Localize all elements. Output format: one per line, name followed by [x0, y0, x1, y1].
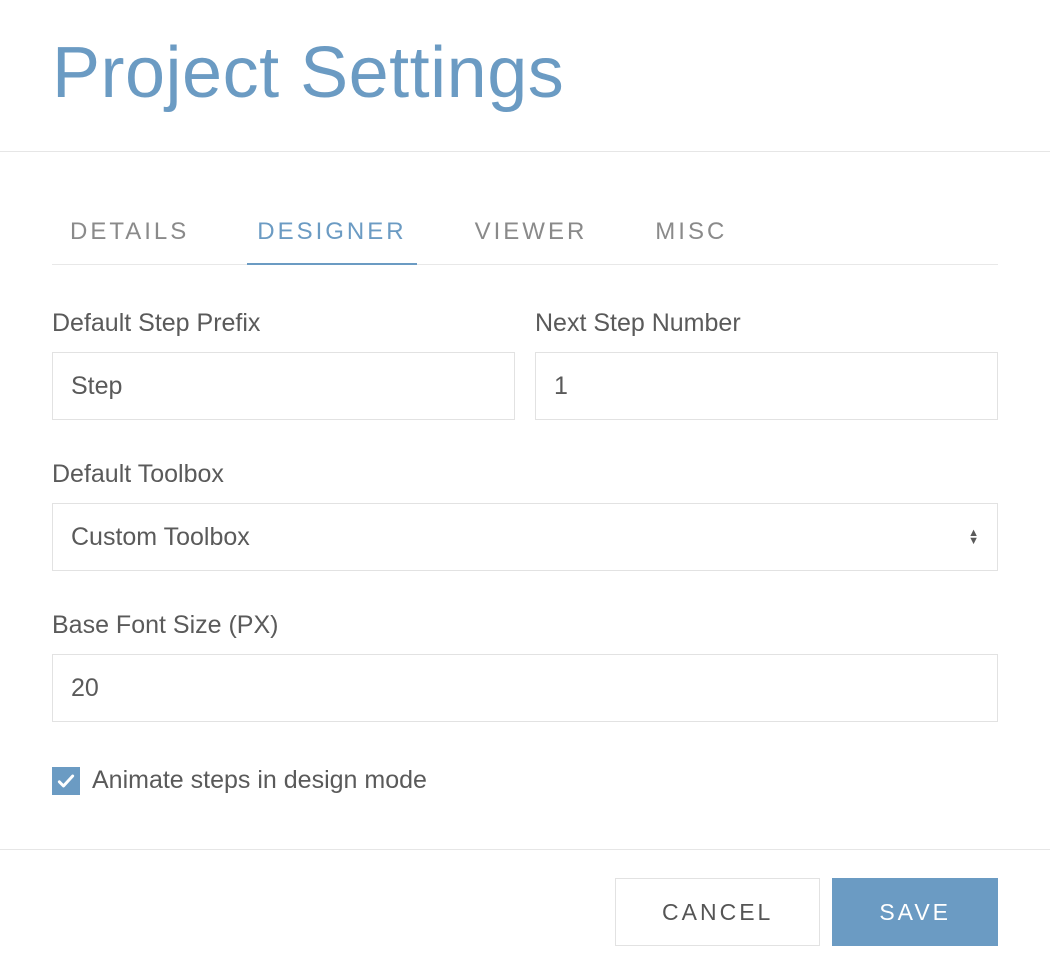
group-next-step-number: Next Step Number: [535, 309, 998, 420]
checkbox-animate-steps[interactable]: [52, 767, 80, 795]
group-animate-steps: Animate steps in design mode: [52, 766, 998, 795]
label-animate-steps[interactable]: Animate steps in design mode: [92, 766, 427, 795]
tab-details[interactable]: DETAILS: [70, 212, 189, 264]
input-next-step-number[interactable]: [535, 352, 998, 420]
footer-actions: CANCEL SAVE: [0, 850, 1050, 946]
tabs: DETAILS DESIGNER VIEWER MISC: [52, 212, 998, 265]
group-default-step-prefix: Default Step Prefix: [52, 309, 515, 420]
label-default-step-prefix: Default Step Prefix: [52, 309, 515, 338]
save-button[interactable]: SAVE: [832, 878, 998, 946]
select-default-toolbox[interactable]: Custom Toolbox ▲▼: [52, 503, 998, 571]
group-default-toolbox: Default Toolbox Custom Toolbox ▲▼: [52, 460, 998, 571]
title-divider: [0, 151, 1050, 152]
label-base-font-size: Base Font Size (PX): [52, 611, 998, 640]
select-arrows-icon: ▲▼: [968, 529, 979, 545]
select-default-toolbox-value: Custom Toolbox: [71, 523, 968, 552]
check-icon: [56, 771, 76, 791]
tab-misc[interactable]: MISC: [655, 212, 727, 264]
tab-designer[interactable]: DESIGNER: [257, 212, 406, 264]
page-title: Project Settings: [0, 0, 1050, 113]
cancel-button[interactable]: CANCEL: [615, 878, 820, 946]
tab-viewer[interactable]: VIEWER: [475, 212, 588, 264]
group-base-font-size: Base Font Size (PX): [52, 611, 998, 722]
input-base-font-size[interactable]: [52, 654, 998, 722]
content-area: DETAILS DESIGNER VIEWER MISC Default Ste…: [0, 212, 1050, 795]
label-next-step-number: Next Step Number: [535, 309, 998, 338]
row-prefix-number: Default Step Prefix Next Step Number: [52, 309, 998, 420]
input-default-step-prefix[interactable]: [52, 352, 515, 420]
label-default-toolbox: Default Toolbox: [52, 460, 998, 489]
